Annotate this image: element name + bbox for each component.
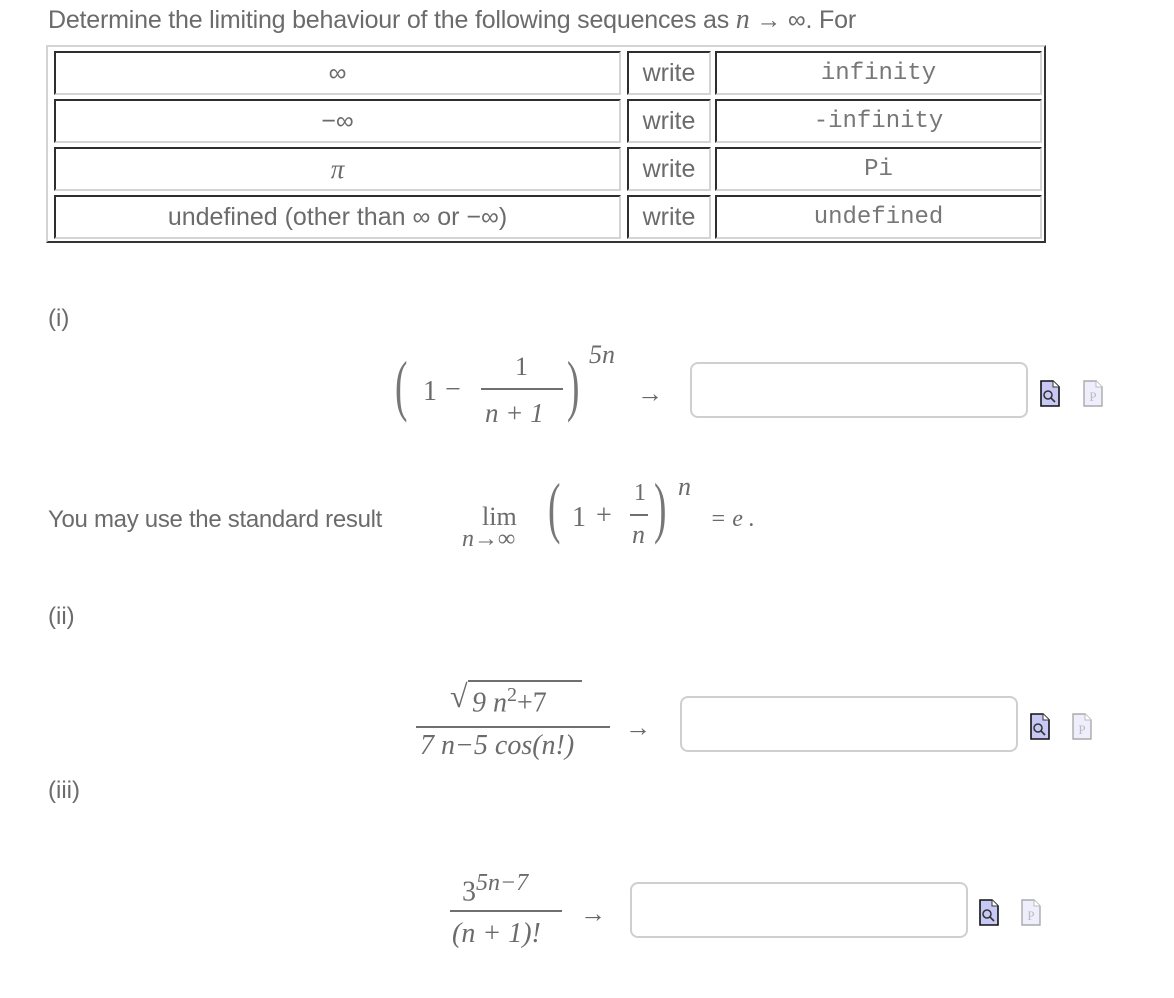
answer-input-i[interactable]	[690, 362, 1028, 418]
frac-denominator: n	[632, 520, 645, 549]
expr-plus: +	[596, 500, 612, 531]
expr-minus: −	[445, 374, 461, 405]
part-label: (iii)	[48, 777, 80, 804]
part-label: (i)	[48, 305, 70, 332]
table-cell-code: Pi	[715, 147, 1042, 191]
preview-icon[interactable]	[1030, 713, 1050, 740]
frac-denominator: n + 1	[485, 398, 544, 428]
plus-seven: +7	[517, 687, 547, 719]
frac-numerator: 1	[634, 480, 646, 506]
arrow-symbol: →	[625, 712, 651, 742]
table-cell-code: undefined	[715, 195, 1042, 239]
paper-icon[interactable]: P	[1072, 713, 1092, 740]
instructions-text-end: . For	[805, 6, 857, 34]
arrow-symbol: →	[637, 378, 663, 408]
frac-denominator: 7 n−5 cos(n!)	[420, 730, 575, 761]
var-n: n	[735, 4, 750, 35]
expr-one: 1	[572, 502, 586, 533]
expression-i: ( 1 − 1 n + 1 ) 5n	[395, 340, 635, 432]
table-cell-symbol: undefined (other than ∞ or −∞)	[54, 195, 621, 239]
sqrt-sign: √	[450, 678, 468, 714]
exponent: n	[678, 472, 691, 501]
fraction-bar	[481, 388, 563, 390]
left-paren: (	[548, 469, 561, 545]
fraction-bar	[416, 726, 610, 728]
preview-icon[interactable]	[1040, 380, 1060, 407]
paper-icon[interactable]: P	[1083, 380, 1103, 407]
exponent: 5n−7	[476, 870, 529, 896]
table-cell-code: infinity	[715, 51, 1042, 95]
arrow-symbol: →	[580, 898, 606, 928]
paper-icon[interactable]: P	[1021, 899, 1041, 926]
table-cell-code: -infinity	[715, 99, 1042, 143]
svg-text:P: P	[1089, 389, 1096, 404]
square-exponent: 2	[507, 684, 517, 706]
left-paren: (	[395, 347, 408, 423]
expression-ii: √ 9 n2+7 7 n−5 cos(n!)	[416, 670, 616, 770]
hint-formula: lim n→∞ ( 1 + 1 n ) n = e .	[462, 469, 802, 560]
fraction-bar	[450, 910, 562, 912]
svg-text:P: P	[1078, 722, 1085, 737]
instructions: Determine the limiting behaviour of the …	[48, 4, 856, 36]
exponent: 5n	[589, 340, 615, 369]
hint-text: You may use the standard result	[48, 506, 383, 533]
fraction-bar	[630, 514, 648, 516]
table-cell-symbol: ∞	[54, 51, 621, 95]
preview-icon[interactable]	[979, 899, 999, 926]
frac-numerator: 1	[515, 352, 528, 381]
table-cell-verb: write	[627, 147, 711, 191]
right-paren: )	[654, 469, 667, 545]
expression-iii: 35n−7 (n + 1)!	[450, 860, 580, 960]
svg-text:P: P	[1027, 908, 1034, 923]
instructions-text: Determine the limiting behaviour of the …	[48, 6, 736, 34]
table-cell-verb: write	[627, 195, 711, 239]
part-label: (ii)	[48, 603, 75, 630]
frac-denominator: (n + 1)!	[452, 918, 541, 949]
table-cell-verb: write	[627, 51, 711, 95]
table-cell-symbol: π	[54, 147, 621, 191]
answer-input-iii[interactable]	[630, 882, 968, 938]
result-text: = e .	[710, 506, 755, 532]
expr-one: 1	[423, 376, 437, 407]
arrow-symbol: →	[756, 6, 782, 34]
lim-subscript: n→∞	[462, 526, 516, 552]
right-paren: )	[567, 347, 580, 423]
table-cell-symbol: −∞	[54, 99, 621, 143]
sqrt-bar	[468, 680, 582, 682]
infinity-symbol: ∞	[787, 6, 806, 34]
answer-input-ii[interactable]	[680, 696, 1018, 752]
table-cell-verb: write	[627, 99, 711, 143]
sqrt-arg: 9 n	[472, 687, 507, 719]
base: 3	[462, 876, 476, 908]
